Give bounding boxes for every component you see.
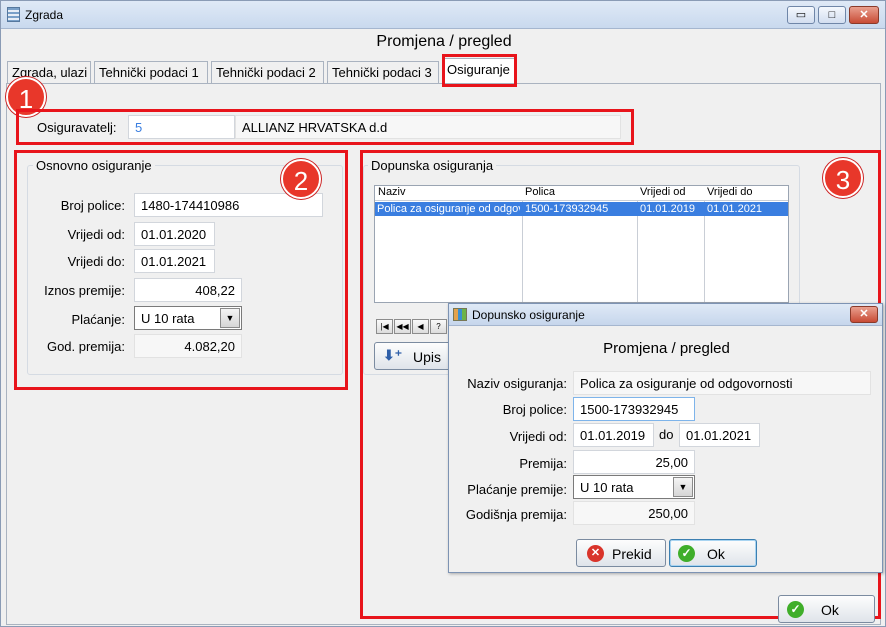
minimize-button[interactable]: ▭ bbox=[787, 6, 815, 24]
dialog-title: Dopunsko osiguranje bbox=[472, 308, 585, 322]
annotation-badge-2: 2 bbox=[281, 159, 321, 199]
dialog-ok-button[interactable]: ✓ Ok bbox=[669, 539, 757, 567]
dialog-close-button[interactable]: ✕ bbox=[850, 306, 878, 323]
tab-tehnicki-podaci-2[interactable]: Tehnički podaci 2 bbox=[211, 61, 324, 83]
cancel-icon: ✕ bbox=[587, 545, 604, 562]
building-icon bbox=[7, 7, 20, 22]
highlight-box-insurer bbox=[16, 109, 634, 145]
checkmark-icon: ✓ bbox=[678, 545, 695, 562]
main-ok-label: Ok bbox=[821, 602, 839, 618]
building-icon bbox=[453, 308, 467, 321]
dialog-premium-input[interactable]: 25,00 bbox=[573, 450, 695, 474]
cancel-button[interactable]: ✕ Prekid bbox=[576, 539, 666, 567]
tab-tehnicki-podaci-1[interactable]: Tehnički podaci 1 bbox=[94, 61, 208, 83]
to-label: do bbox=[659, 427, 674, 442]
insurance-name-label: Naziv osiguranja: bbox=[467, 376, 567, 391]
dialog-ok-label: Ok bbox=[707, 546, 725, 562]
cancel-label: Prekid bbox=[612, 546, 652, 562]
checkmark-icon: ✓ bbox=[787, 601, 804, 618]
dialog-title-bar[interactable]: Dopunsko osiguranje ✕ bbox=[449, 304, 882, 326]
dialog-policy-label: Broj police: bbox=[502, 402, 567, 417]
dialog-annual-label: Godišnja premija: bbox=[465, 507, 567, 522]
main-ok-button[interactable]: ✓ Ok bbox=[778, 595, 875, 623]
dialog-valid-to-input[interactable]: 01.01.2021 bbox=[679, 423, 760, 447]
dialog-annual-field: 250,00 bbox=[573, 501, 695, 525]
annotation-badge-3: 3 bbox=[823, 158, 863, 198]
supplementary-insurance-dialog: Dopunsko osiguranje ✕ Promjena / pregled… bbox=[448, 303, 883, 573]
title-bar[interactable]: Zgrada ▭ □ ✕ bbox=[1, 1, 885, 29]
window-title: Zgrada bbox=[25, 8, 64, 22]
dialog-heading: Promjena / pregled bbox=[603, 340, 730, 357]
dialog-premium-label: Premija: bbox=[519, 456, 567, 471]
dialog-valid-from-label: Vrijedi od: bbox=[509, 429, 567, 444]
dialog-payment-select[interactable]: U 10 rata ▼ bbox=[573, 475, 695, 499]
close-button[interactable]: ✕ bbox=[849, 6, 879, 24]
dialog-valid-from-input[interactable]: 01.01.2019 bbox=[573, 423, 654, 447]
insurance-name-field[interactable]: Polica za osiguranje od odgovornosti bbox=[573, 371, 871, 395]
main-window: Zgrada ▭ □ ✕ Promjena / pregled Zgrada, … bbox=[0, 0, 886, 627]
dialog-payment-label: Plaćanje premije: bbox=[467, 482, 567, 497]
chevron-down-icon[interactable]: ▼ bbox=[673, 477, 693, 497]
dialog-payment-select-value: U 10 rata bbox=[580, 480, 634, 495]
tab-tehnicki-podaci-3[interactable]: Tehnički podaci 3 bbox=[327, 61, 439, 83]
highlight-box-tab bbox=[442, 54, 517, 87]
page-title: Promjena / pregled bbox=[376, 33, 512, 50]
maximize-button[interactable]: □ bbox=[818, 6, 846, 24]
dialog-policy-input[interactable]: 1500-173932945 bbox=[573, 397, 695, 421]
